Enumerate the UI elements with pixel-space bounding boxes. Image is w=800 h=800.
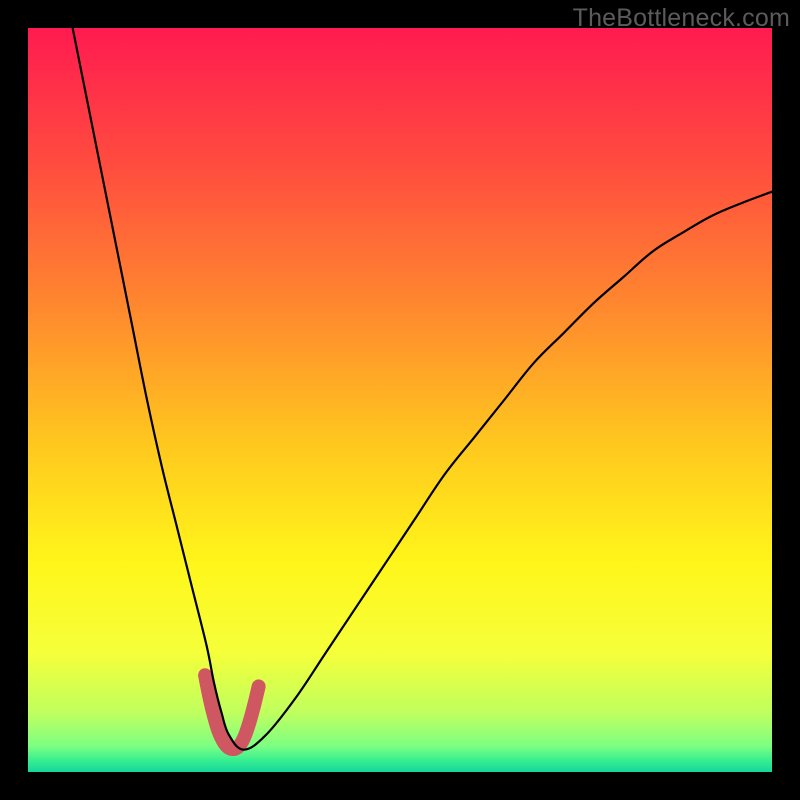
chart-svg	[28, 28, 772, 772]
plot-area	[28, 28, 772, 772]
gradient-background	[28, 28, 772, 772]
chart-outer: TheBottleneck.com	[0, 0, 800, 800]
